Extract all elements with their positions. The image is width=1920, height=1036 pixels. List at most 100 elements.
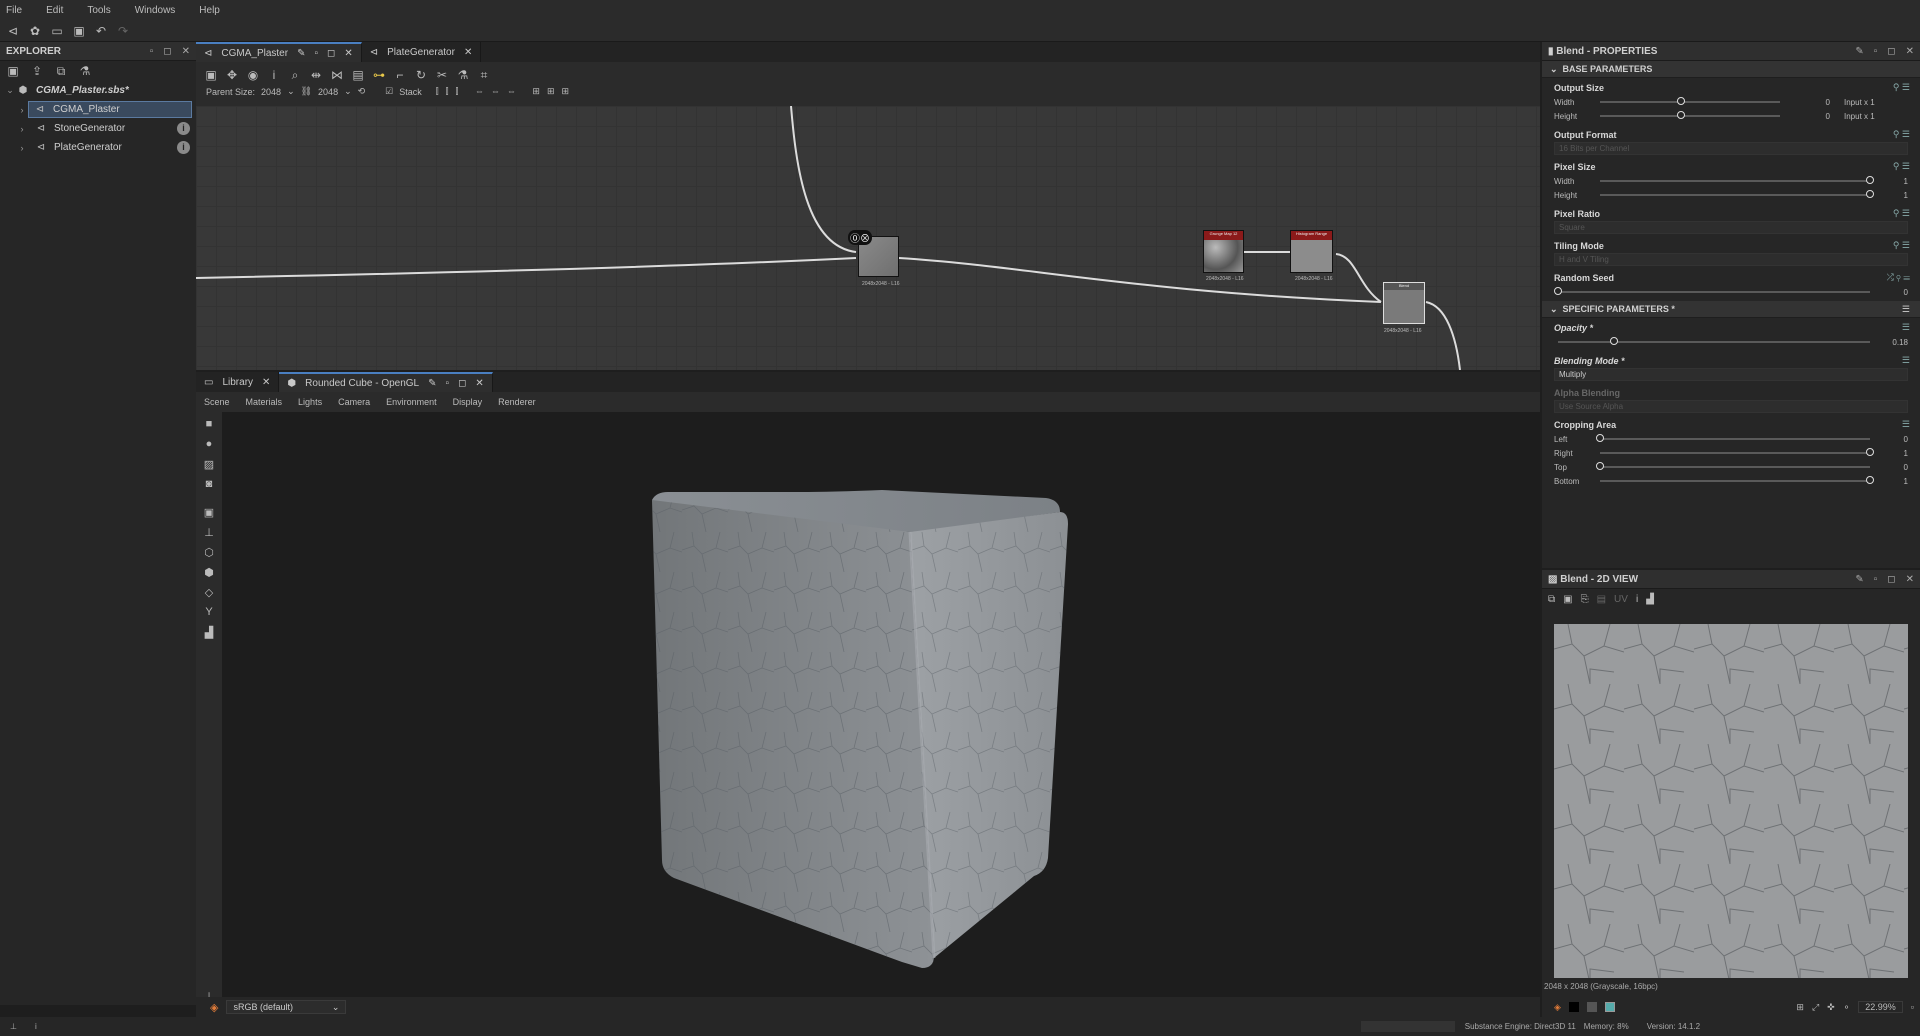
slider-handle[interactable] [1554, 287, 1562, 295]
menu-scene[interactable]: Scene [204, 397, 230, 407]
save-icon[interactable]: ▣ [72, 24, 86, 38]
info-icon[interactable]: i [177, 141, 190, 154]
alpha-blending-select[interactable]: Use Source Alpha [1554, 400, 1908, 413]
menu-display[interactable]: Display [453, 397, 483, 407]
pixel-height-slider[interactable] [1600, 190, 1874, 198]
channel-color-icon[interactable] [1604, 1002, 1615, 1012]
inherit-icon[interactable]: ⚲ ☰ [1893, 82, 1910, 93]
layers-icon[interactable]: ◈ [210, 1001, 218, 1014]
channel-gray-icon[interactable] [1586, 1002, 1597, 1012]
menu-windows[interactable]: Windows [135, 5, 176, 16]
reset-icon[interactable]: ⟲ [358, 86, 366, 97]
menu-icon[interactable]: ☰ [1902, 304, 1910, 315]
blending-mode-select[interactable]: Multiply [1554, 368, 1908, 381]
info-icon[interactable]: i [267, 68, 281, 82]
slider-handle[interactable] [1596, 462, 1604, 470]
link-icon[interactable]: ⛓ [301, 86, 312, 97]
param-value[interactable]: 1 [1880, 477, 1908, 486]
pixel-width-slider[interactable] [1600, 176, 1874, 184]
output-width-slider[interactable] [1600, 97, 1780, 105]
tab-cgma-plaster[interactable]: ⊲ CGMA_Plaster ✎ ▫ ◻ ✕ [196, 42, 362, 62]
parent-size-select[interactable]: 2048 [261, 87, 281, 97]
float-icon[interactable]: ▫ [314, 48, 318, 59]
frame-icon[interactable]: ▣ [204, 68, 218, 82]
menu-file[interactable]: File [6, 5, 22, 16]
close-icon[interactable]: ✕ [182, 46, 190, 57]
param-value[interactable]: 0 [1880, 463, 1908, 472]
output-format-select[interactable]: 16 Bits per Channel [1554, 142, 1908, 155]
camera-icon[interactable]: ◉ [246, 68, 260, 82]
link-icon[interactable]: ⊶ [372, 68, 386, 82]
channel-black-icon[interactable] [1568, 1002, 1579, 1012]
tab-library[interactable]: ▭ Library ✕ [196, 372, 280, 392]
pin-icon[interactable]: ✎ [297, 48, 305, 59]
close-icon[interactable]: ✕ [344, 48, 352, 59]
move-icon[interactable]: ✥ [225, 68, 239, 82]
chevron-right-icon[interactable]: › [16, 105, 28, 115]
param-value[interactable]: 1 [1880, 191, 1908, 200]
maximize-icon[interactable]: ◻ [163, 46, 171, 57]
tree-item-cgma-plaster[interactable]: › ⊲ CGMA_Plaster [0, 100, 196, 119]
environment-icon[interactable]: ▨ [201, 458, 217, 472]
crop-bottom-slider[interactable] [1600, 476, 1874, 484]
uv-toggle[interactable]: UV [1614, 594, 1628, 605]
slider-handle[interactable] [1610, 337, 1619, 345]
close-icon[interactable]: ✕ [475, 378, 483, 389]
package-row[interactable]: ⌄ ⬢ CGMA_Plaster.sbs* [0, 81, 196, 100]
tree-item-stone-generator[interactable]: › ⊲ StoneGenerator i [0, 119, 196, 138]
chevron-right-icon[interactable]: › [16, 143, 28, 153]
light-icon[interactable]: ● [201, 438, 217, 452]
menu-icon[interactable]: ☰ [1902, 355, 1910, 366]
pin-icon[interactable]: ✎ [1855, 574, 1863, 585]
plane-icon[interactable]: ◇ [201, 586, 217, 600]
grid-icon[interactable]: ⊞ [1796, 1002, 1804, 1013]
tab-plate-generator[interactable]: ⊲ PlateGenerator ✕ [362, 42, 482, 62]
zoom-value[interactable]: 22.99% [1858, 1001, 1903, 1013]
graph-node-grunge[interactable]: Grunge Map 12 [1203, 230, 1244, 273]
frame-icon[interactable]: ▣ [201, 506, 217, 520]
close-icon[interactable]: ✕ [464, 47, 472, 58]
size-select[interactable]: 2048 [318, 87, 338, 97]
menu-tools[interactable]: Tools [87, 5, 110, 16]
graph-canvas[interactable]: ⓪⊗ 2048x2048 - L16 Grunge Map 12 2048x20… [196, 106, 1540, 370]
inherit-icon[interactable]: ⚲ ☰ [1893, 161, 1910, 172]
menu-renderer[interactable]: Renderer [498, 397, 536, 407]
specific-parameters-section[interactable]: ⌄ SPECIFIC PARAMETERS * ☰ [1542, 301, 1920, 318]
float-icon[interactable]: ▫ [446, 378, 450, 389]
slider-handle[interactable] [1677, 97, 1685, 105]
chevron-right-icon[interactable]: › [16, 124, 28, 134]
flask-icon[interactable]: ⚗ [456, 68, 470, 82]
output-height-slider[interactable] [1600, 111, 1780, 119]
param-value[interactable]: 0 [1806, 112, 1830, 121]
camera-icon[interactable]: ■ [201, 418, 217, 432]
param-value[interactable]: 1 [1880, 449, 1908, 458]
slider-handle[interactable] [1866, 476, 1874, 484]
crop-right-slider[interactable] [1600, 448, 1874, 456]
tree-icon[interactable]: ⋈ [330, 68, 344, 82]
layers-icon[interactable]: ◈ [1554, 1002, 1561, 1013]
histogram-icon[interactable]: ▟ [201, 626, 217, 640]
maximize-icon[interactable]: ◻ [1887, 46, 1895, 57]
publish-icon[interactable]: ⧉ [54, 64, 68, 78]
float-icon[interactable]: ▫ [1874, 46, 1878, 57]
maximize-icon[interactable]: ◻ [458, 378, 466, 389]
save-icon[interactable]: ▣ [1563, 594, 1572, 605]
new-package-icon[interactable]: ✿ [28, 24, 42, 38]
menu-lights[interactable]: Lights [298, 397, 322, 407]
menu-edit[interactable]: Edit [46, 5, 63, 16]
refresh-icon[interactable]: ↻ [414, 68, 428, 82]
zoom-icon[interactable]: ⚬ [1843, 1002, 1851, 1013]
random-seed-slider[interactable] [1554, 287, 1870, 295]
crop-left-slider[interactable] [1596, 434, 1870, 442]
menu-environment[interactable]: Environment [386, 397, 437, 407]
zoom-icon[interactable]: ⌕ [288, 68, 302, 82]
menu-camera[interactable]: Camera [338, 397, 370, 407]
move-icon[interactable]: ⤢ [1812, 1002, 1819, 1013]
screenshot-icon[interactable]: ◙ [201, 478, 217, 492]
menu-materials[interactable]: Materials [246, 397, 283, 407]
explorer-tree-icon[interactable]: ⊥ [10, 1022, 17, 1031]
info-icon[interactable]: i [1636, 594, 1638, 605]
param-value[interactable]: 0.18 [1880, 338, 1908, 347]
connect-icon[interactable]: ⇹ [309, 68, 323, 82]
inherit-icon[interactable]: ⚲ ☰ [1893, 240, 1910, 251]
